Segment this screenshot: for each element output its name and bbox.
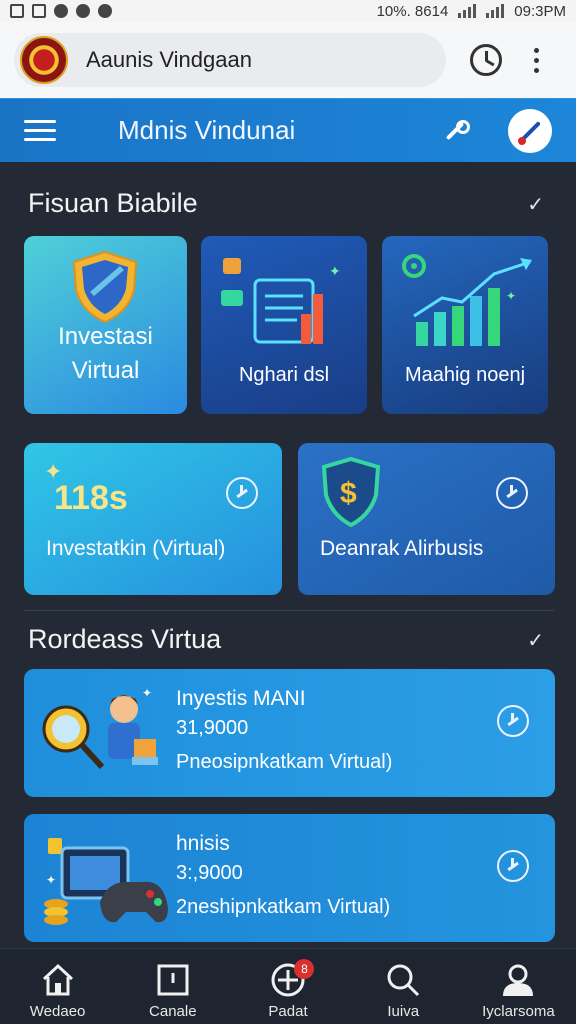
- list-item[interactable]: ✦ hnisis 3:,9000 2neshipnkatkam Virtual): [24, 814, 555, 942]
- list-item[interactable]: ✦ Inyestis MANI 31,9000 Pneosipnkatkam V…: [24, 669, 555, 797]
- signal-icon: [458, 4, 477, 18]
- site-logo: [20, 36, 68, 84]
- card-deanrak[interactable]: $ Deanrak Alirbusis: [298, 443, 555, 595]
- section-divider: [24, 610, 554, 611]
- user-icon: [503, 964, 534, 996]
- nav-item-search[interactable]: Iuiva: [346, 949, 461, 1024]
- status-time: 09:3PM: [514, 2, 566, 20]
- check-icon: [98, 4, 112, 18]
- card-label: Nghari dsl: [238, 364, 330, 386]
- nav-item-add[interactable]: 8 Padat: [230, 949, 345, 1024]
- status-bar: 10%. 8614 09:3PM: [0, 0, 576, 22]
- card-label: Investatkin (Virtual): [46, 537, 226, 560]
- svg-text:$: $: [340, 477, 357, 510]
- card-label: Maahig noenj: [404, 364, 526, 386]
- search-icon: [387, 964, 420, 997]
- check-icon: [76, 4, 90, 18]
- nav-item-profile[interactable]: Iyclarsoma: [461, 949, 576, 1024]
- card-label: Deanrak Alirbusis: [320, 537, 484, 560]
- notification-badge: 8: [294, 959, 315, 979]
- card-label: Investasi Virtual: [58, 323, 153, 384]
- clock-icon[interactable]: [497, 705, 529, 737]
- check-icon[interactable]: ✓: [527, 628, 544, 653]
- card-investasi-virtual[interactable]: Investasi Virtual: [24, 236, 187, 414]
- list-item-amount: 31,9000: [176, 717, 249, 739]
- nav-label: Canale: [149, 1003, 197, 1020]
- clock-icon[interactable]: [496, 477, 528, 509]
- browser-toolbar: Aaunis Vindgaan: [0, 22, 576, 98]
- nav-item-home[interactable]: Wedaeo: [0, 949, 115, 1024]
- svg-text:✦: ✦: [329, 263, 341, 279]
- bottom-nav: Wedaeo Canale 8 Padat Iuiva Iyclarsoma: [0, 948, 576, 1024]
- app-title: Mdnis Vindunai: [118, 115, 296, 145]
- signal-icon-2: [486, 4, 505, 18]
- profile-avatar[interactable]: [508, 108, 552, 153]
- home-icon: [42, 963, 73, 996]
- list-item-subtitle: Pneosipnkatkam Virtual): [176, 751, 393, 773]
- app-bar: Mdnis Vindunai: [0, 98, 576, 162]
- nav-label: Padat: [268, 1003, 308, 1020]
- growth-chart-icon: ✦: [402, 254, 532, 346]
- computer-gamepad-icon: ✦: [44, 838, 168, 925]
- section-title-featured: Fisuan Biabile: [28, 188, 198, 218]
- gallery-icon: [32, 4, 46, 18]
- menu-icon[interactable]: [24, 120, 56, 141]
- status-icons: [10, 4, 112, 18]
- clock-icon[interactable]: [226, 477, 258, 509]
- check-icon[interactable]: ✓: [527, 192, 544, 217]
- clock-icon[interactable]: [497, 850, 529, 882]
- list-item-subtitle: 2neshipnkatkam Virtual): [176, 896, 391, 918]
- svg-text:✦: ✦: [506, 289, 516, 303]
- nav-label: Iuiva: [387, 1003, 420, 1020]
- address-bar[interactable]: Aaunis Vindgaan: [14, 33, 446, 87]
- more-options-icon[interactable]: [534, 47, 540, 73]
- list-item-title: Inyestis MANI: [176, 687, 306, 710]
- notification-icon: [10, 4, 24, 18]
- dollar-shield-icon: $: [321, 456, 381, 528]
- history-clock-icon[interactable]: [470, 44, 502, 76]
- card-value: 118s: [54, 479, 128, 517]
- nav-label: Iyclarsoma: [482, 1003, 555, 1020]
- card-investatkin[interactable]: ✦ 118s Investatkin (Virtual): [24, 443, 282, 595]
- edit-icon[interactable]: [440, 118, 470, 144]
- document-chart-icon: ✦: [221, 258, 341, 344]
- card-maahig[interactable]: ✦ Maahig noenj: [382, 236, 548, 414]
- card-nghari[interactable]: ✦ Nghari dsl: [201, 236, 367, 414]
- svg-text:✦: ✦: [142, 686, 152, 700]
- nav-item-calendar[interactable]: Canale: [115, 949, 230, 1024]
- messenger-icon: [54, 4, 68, 18]
- investor-illustration-icon: ✦: [42, 686, 158, 770]
- nav-label: Wedaeo: [29, 1003, 86, 1020]
- address-text: Aaunis Vindgaan: [86, 47, 252, 72]
- list-item-amount: 3:,9000: [176, 862, 243, 884]
- section-title-virtual: Rordeass Virtua: [28, 624, 222, 654]
- list-item-title: hnisis: [176, 832, 230, 855]
- calendar-icon: [157, 964, 189, 996]
- battery-text: 10%. 8614: [376, 2, 449, 20]
- svg-text:✦: ✦: [46, 873, 56, 887]
